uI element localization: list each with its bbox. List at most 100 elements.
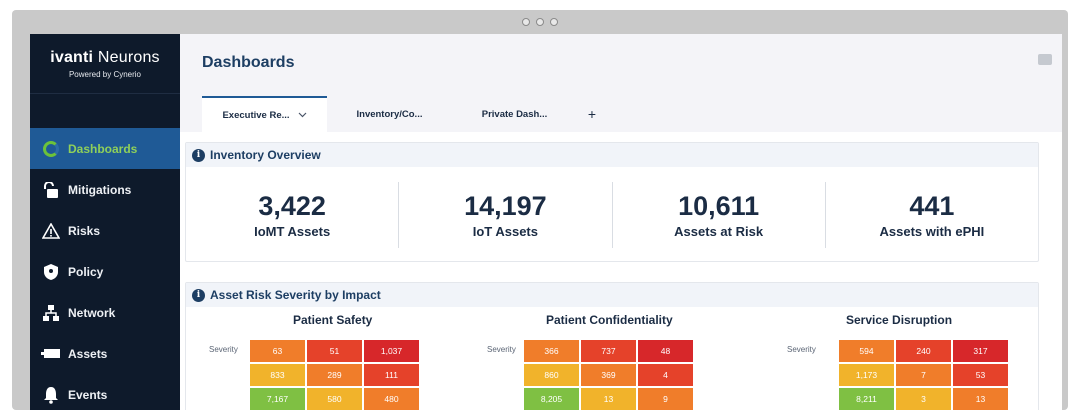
- heatmap-cell[interactable]: 63: [250, 340, 305, 362]
- assets-icon: [40, 345, 62, 363]
- card-title: Asset Risk Severity by Impact: [210, 288, 381, 302]
- chat-icon[interactable]: [1038, 54, 1052, 65]
- page-title: Dashboards: [202, 54, 295, 71]
- inventory-overview-card: i Inventory Overview 3,422 IoMT Assets 1…: [185, 142, 1039, 262]
- kpi-label: IoT Assets: [472, 224, 538, 239]
- card-header: i Inventory Overview: [186, 143, 1038, 167]
- kpi-iomt-assets[interactable]: 3,422 IoMT Assets: [186, 182, 400, 248]
- heatmap-cell[interactable]: 737: [581, 340, 636, 362]
- info-icon[interactable]: i: [192, 288, 205, 302]
- sidebar-item-label: Assets: [68, 346, 108, 361]
- sidebar-item-risks[interactable]: Risks: [30, 210, 180, 251]
- brand-logo: ivanti Neurons: [50, 49, 160, 67]
- heatmap-cell[interactable]: 48: [638, 340, 693, 362]
- heatmap-row-label: Severity: [787, 345, 816, 354]
- bell-icon: [40, 386, 62, 404]
- sidebar-item-assets[interactable]: Assets: [30, 333, 180, 374]
- heatmap-cell[interactable]: 9: [638, 388, 693, 410]
- dashboards-ring-icon: [40, 140, 62, 158]
- card-header: i Asset Risk Severity by Impact: [186, 283, 1038, 307]
- kpi-label: Assets with ePHI: [879, 224, 985, 239]
- heatmaps: Patient Safety Severity 63 51 1,037 833 289 1…: [186, 307, 1038, 410]
- sidebar-item-label: Mitigations: [68, 182, 132, 197]
- heatmap-cell[interactable]: 580: [307, 388, 362, 410]
- shield-icon: [40, 263, 62, 281]
- heatmap-cell[interactable]: 7,167: [250, 388, 305, 410]
- heatmap-cell[interactable]: 4: [638, 364, 693, 386]
- heatmap-cell[interactable]: 3: [896, 388, 951, 410]
- tab-inventory[interactable]: Inventory/Co...: [327, 96, 452, 132]
- heatmap-cell[interactable]: 833: [250, 364, 305, 386]
- heatmap-cell[interactable]: 8,211: [839, 388, 894, 410]
- kpi-assets-with-ephi[interactable]: 441 Assets with ePHI: [826, 182, 1038, 248]
- brand-name-bold: ivanti: [50, 48, 94, 66]
- lock-icon: [40, 181, 62, 199]
- heatmap-cell[interactable]: 369: [581, 364, 636, 386]
- card-title: Inventory Overview: [210, 148, 321, 162]
- kpi-value: 14,197: [464, 191, 547, 221]
- heatmap-cell[interactable]: 594: [839, 340, 894, 362]
- heatmap-row-label: Severity: [209, 345, 238, 354]
- heatmap-row-label: Severity: [487, 345, 516, 354]
- kpi-row: 3,422 IoMT Assets 14,197 IoT Assets 10,6…: [186, 167, 1038, 263]
- device-frame: ivanti Neurons Powered by Cynerio Dashbo…: [12, 10, 1068, 410]
- heatmap-cell[interactable]: 860: [524, 364, 579, 386]
- heatmap-cell[interactable]: 51: [307, 340, 362, 362]
- heatmap-cell[interactable]: 1,037: [364, 340, 419, 362]
- brand[interactable]: ivanti Neurons Powered by Cynerio: [30, 34, 180, 94]
- window-controls: [12, 10, 1068, 34]
- heatmap-cell[interactable]: 1,173: [839, 364, 894, 386]
- kpi-iot-assets[interactable]: 14,197 IoT Assets: [399, 182, 613, 248]
- sidebar-item-events[interactable]: Events: [30, 374, 180, 410]
- heatmap-cell[interactable]: 13: [953, 388, 1008, 410]
- kpi-assets-at-risk[interactable]: 10,611 Assets at Risk: [613, 182, 826, 248]
- heatmap-cell[interactable]: 480: [364, 388, 419, 410]
- sidebar-item-dashboards[interactable]: Dashboards: [30, 128, 180, 169]
- add-tab-button[interactable]: +: [577, 96, 607, 132]
- brand-subtitle: Powered by Cynerio: [68, 69, 142, 79]
- heatmap-title: Patient Confidentiality: [546, 313, 673, 327]
- heatmap-cell[interactable]: 7: [896, 364, 951, 386]
- tab-label: Private Dash...: [481, 108, 548, 120]
- heatmap-cell[interactable]: 240: [896, 340, 951, 362]
- plus-icon: +: [587, 106, 597, 122]
- sidebar-nav: Dashboards Mitigations Risks Policy Netw…: [30, 128, 180, 410]
- window-dot-icon: [522, 18, 530, 26]
- heatmap-cell[interactable]: 53: [953, 364, 1008, 386]
- main-area: Dashboards Executive Re... Inventory/Co.…: [180, 34, 1062, 410]
- heatmap-cell[interactable]: 317: [953, 340, 1008, 362]
- tab-private-dashboard[interactable]: Private Dash...: [452, 96, 577, 132]
- heatmap-cell[interactable]: 289: [307, 364, 362, 386]
- tab-label: Inventory/Co...: [356, 108, 423, 120]
- chevron-down-icon[interactable]: [298, 112, 307, 118]
- topbar: Dashboards Executive Re... Inventory/Co.…: [180, 34, 1062, 132]
- kpi-value: 3,422: [258, 191, 326, 221]
- heatmap-cell[interactable]: 366: [524, 340, 579, 362]
- network-icon: [40, 304, 62, 322]
- window-dot-icon: [536, 18, 544, 26]
- heatmap-title: Patient Safety: [293, 313, 373, 327]
- kpi-value: 10,611: [678, 191, 760, 221]
- sidebar-item-mitigations[interactable]: Mitigations: [30, 169, 180, 210]
- sidebar: ivanti Neurons Powered by Cynerio Dashbo…: [30, 34, 180, 410]
- heatmap-cell[interactable]: 13: [581, 388, 636, 410]
- sidebar-item-label: Risks: [68, 223, 101, 238]
- dashboard-content: i Inventory Overview 3,422 IoMT Assets 1…: [180, 132, 1062, 410]
- heatmap-cell[interactable]: 8,205: [524, 388, 579, 410]
- sidebar-item-label: Dashboards: [68, 141, 138, 156]
- sidebar-item-label: Policy: [68, 264, 104, 279]
- heatmap-cell[interactable]: 111: [364, 364, 419, 386]
- brand-name-light: Neurons: [97, 48, 160, 66]
- dashboard-tabs: Executive Re... Inventory/Co... Private …: [202, 96, 607, 132]
- sidebar-item-network[interactable]: Network: [30, 292, 180, 333]
- info-icon[interactable]: i: [192, 148, 205, 162]
- kpi-value: 441: [909, 191, 955, 221]
- sidebar-item-label: Network: [68, 305, 116, 320]
- tab-executive-report[interactable]: Executive Re...: [202, 96, 327, 132]
- kpi-label: Assets at Risk: [674, 224, 764, 239]
- window-dot-icon: [550, 18, 558, 26]
- kpi-label: IoMT Assets: [254, 224, 331, 239]
- warning-icon: [40, 222, 62, 240]
- app-screen: ivanti Neurons Powered by Cynerio Dashbo…: [30, 34, 1062, 410]
- sidebar-item-policy[interactable]: Policy: [30, 251, 180, 292]
